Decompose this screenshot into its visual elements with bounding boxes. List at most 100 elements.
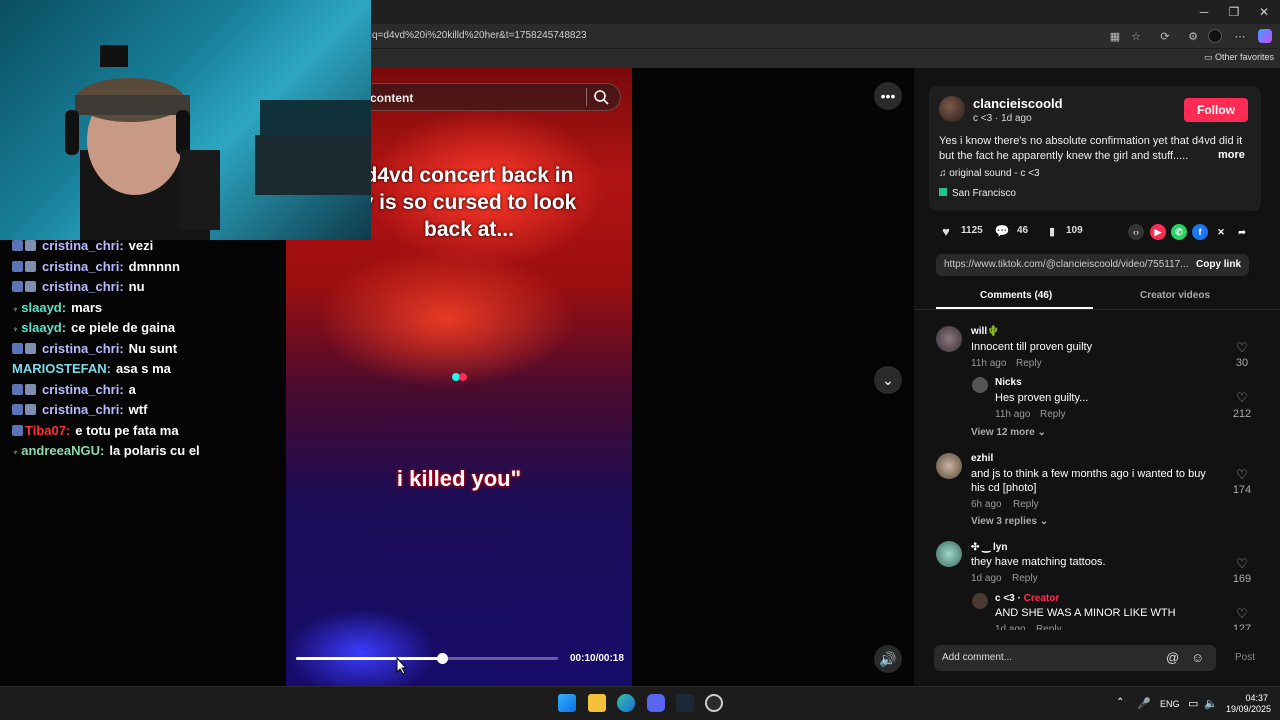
facebook-icon[interactable]: f — [1192, 224, 1208, 240]
save-count: 109 — [1066, 225, 1083, 236]
obs-icon[interactable] — [705, 694, 723, 712]
reply-button[interactable]: Reply — [1013, 499, 1039, 510]
bookmark-icon[interactable]: ▮ — [1044, 223, 1060, 239]
favorite-star-icon[interactable]: ☆ — [1129, 29, 1143, 43]
comment-like-icon[interactable]: ♡ — [1227, 556, 1257, 572]
author-avatar[interactable] — [939, 96, 965, 122]
reply-avatar[interactable] — [972, 593, 988, 609]
send-icon[interactable]: ▶ — [1150, 224, 1166, 240]
edge-icon[interactable] — [617, 694, 635, 712]
chat-username[interactable]: cristina_chri: — [42, 238, 124, 253]
view-more-label: View 12 more — [971, 427, 1035, 438]
network-icon[interactable]: ▭ — [1188, 697, 1198, 710]
comment-like-icon[interactable]: ♡ — [1227, 606, 1257, 622]
reply-button[interactable]: Reply — [1036, 624, 1062, 630]
x-icon[interactable]: ✕ — [1213, 224, 1229, 240]
chat-username[interactable]: andreeaNGU: — [21, 443, 104, 458]
location-icon — [939, 188, 947, 196]
comment-icon[interactable]: 💬 — [994, 223, 1010, 239]
reply-button[interactable]: Reply — [1040, 409, 1066, 420]
next-video-button[interactable]: ⌄ — [874, 366, 902, 394]
like-icon[interactable]: ♥ — [938, 223, 954, 239]
settings-icon[interactable]: ⚙ — [1186, 29, 1200, 43]
chat-username[interactable]: Tiba07: — [25, 423, 70, 438]
discord-icon[interactable] — [647, 694, 665, 712]
comment-like-icon[interactable]: ♡ — [1227, 340, 1257, 356]
webcam-overlay — [0, 0, 371, 240]
maximize-button[interactable]: ❐ — [1218, 0, 1250, 24]
chat-message: cristina_chri: nu — [12, 279, 145, 294]
post-comment-button[interactable]: Post — [1235, 652, 1255, 663]
video-overlay-text: i killed you" — [396, 466, 522, 491]
video-link[interactable]: https://www.tiktok.com/@clancieiscoold/v… — [944, 259, 1189, 270]
copy-link-button[interactable]: Copy link — [1196, 259, 1241, 270]
url-text[interactable]: q=d4vd%20i%20killd%20her&t=1758245748823 — [372, 30, 587, 41]
reply-avatar[interactable] — [972, 377, 988, 393]
apps-icon[interactable]: ▦ — [1108, 29, 1122, 43]
follow-button[interactable]: Follow — [1184, 98, 1248, 122]
sound-link[interactable]: ♫ original sound - c <3 — [939, 168, 1040, 179]
mention-icon[interactable]: @ — [1166, 650, 1179, 665]
chat-username[interactable]: slaayd: — [21, 300, 66, 315]
tab-creator-videos[interactable]: Creator videos — [1140, 290, 1210, 301]
commenter-avatar[interactable] — [936, 326, 962, 352]
creator-badge: Creator — [1023, 593, 1060, 604]
search-icon[interactable] — [593, 89, 609, 105]
video-glow — [316, 248, 576, 388]
steam-icon[interactable] — [676, 694, 694, 712]
other-favorites[interactable]: ▭ Other favorites — [1204, 52, 1274, 63]
commenter-name[interactable]: will🌵 — [971, 326, 1000, 337]
tab-comments[interactable]: Comments (46) — [980, 290, 1052, 301]
system-clock[interactable]: 04:37 19/09/2025 — [1226, 693, 1271, 715]
comment-like-count: 30 — [1235, 357, 1249, 369]
commenter-name[interactable]: ezhil — [971, 453, 993, 464]
chat-text: la polaris cu el — [109, 443, 200, 458]
comment-text: Hes proven guilty... — [995, 392, 1089, 404]
chat-text: ce piele de gaina — [71, 320, 176, 335]
start-icon[interactable] — [558, 694, 576, 712]
view-more-replies[interactable]: View 12 more ⌄ — [971, 427, 1046, 438]
copilot-icon[interactable] — [1258, 29, 1272, 43]
chat-username[interactable]: cristina_chri: — [42, 402, 124, 417]
more-menu-icon[interactable]: ⋯ — [1233, 29, 1247, 43]
embed-icon[interactable]: ‹› — [1128, 224, 1144, 240]
chat-username[interactable]: cristina_chri: — [42, 382, 124, 397]
commenter-name[interactable]: ✣ ‿ lyn — [971, 542, 1007, 553]
share-icon[interactable]: ➦ — [1234, 224, 1250, 240]
location-link[interactable]: San Francisco — [939, 188, 1016, 199]
author-username[interactable]: clancieiscoold — [973, 96, 1063, 111]
emoji-icon[interactable]: ☺ — [1191, 650, 1204, 665]
tray-chevron-icon[interactable]: ⌃ — [1116, 697, 1124, 708]
minimize-button[interactable]: ─ — [1188, 0, 1220, 24]
reply-button[interactable]: Reply — [1016, 358, 1042, 369]
profile-avatar[interactable] — [1208, 29, 1222, 43]
reply-button[interactable]: Reply — [1012, 573, 1038, 584]
comment-text: they have matching tattoos. — [971, 556, 1106, 568]
microphone-icon[interactable]: 🎤 — [1137, 697, 1151, 710]
chat-username[interactable]: MARIOSTEFAN: — [12, 361, 111, 376]
comment-time: 1d ago — [995, 624, 1026, 630]
chat-username[interactable]: cristina_chri: — [42, 259, 124, 274]
more-link[interactable]: more — [1218, 149, 1245, 161]
comment-like-icon[interactable]: ♡ — [1227, 467, 1257, 483]
more-options-button[interactable]: ••• — [874, 82, 902, 110]
view-more-replies[interactable]: View 3 replies ⌄ — [971, 516, 1048, 527]
volume-tray-icon[interactable]: 🔈 — [1204, 697, 1218, 710]
file-explorer-icon[interactable] — [588, 694, 606, 712]
chat-username[interactable]: cristina_chri: — [42, 341, 124, 356]
tab-divider — [914, 309, 1280, 310]
chat-username[interactable]: slaayd: — [21, 320, 66, 335]
extensions-icon[interactable]: ⟳ — [1158, 29, 1172, 43]
close-button[interactable]: ✕ — [1248, 0, 1280, 24]
comment-like-count: 169 — [1232, 573, 1252, 585]
volume-button[interactable]: 🔊 — [874, 645, 902, 673]
whatsapp-icon[interactable]: ✆ — [1171, 224, 1187, 240]
language-indicator[interactable]: ENG — [1160, 699, 1180, 709]
commenter-name[interactable]: c <3 · Creator — [995, 593, 1059, 604]
commenter-avatar[interactable] — [936, 541, 962, 567]
chat-badge-icon — [25, 404, 36, 415]
commenter-avatar[interactable] — [936, 453, 962, 479]
comment-like-icon[interactable]: ♡ — [1227, 390, 1257, 406]
chat-username[interactable]: cristina_chri: — [42, 279, 124, 294]
commenter-name[interactable]: Nicks — [995, 377, 1022, 388]
